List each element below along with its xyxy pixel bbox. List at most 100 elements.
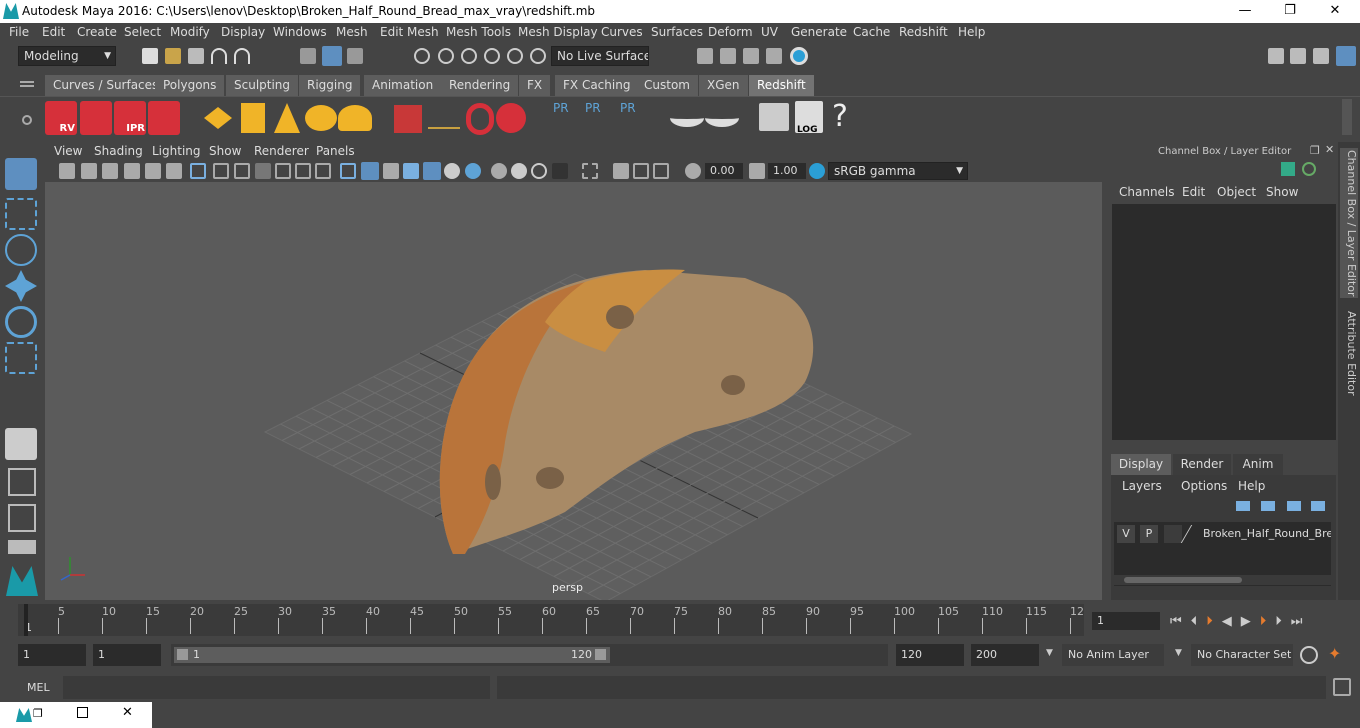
isolate-select-icon[interactable] [552,163,568,179]
layer-menu-options[interactable]: Options [1181,479,1227,493]
menu-generate[interactable]: Generate [791,25,847,39]
cb-menu-channels[interactable]: Channels [1119,185,1175,199]
tab-fx-caching[interactable]: FX Caching [555,75,640,96]
tab-custom[interactable]: Custom [636,75,699,96]
code-icon[interactable] [759,103,789,131]
layer-name[interactable]: Broken_Half_Round_Brea [1203,527,1331,540]
new-layer-selected-icon[interactable] [1311,501,1325,511]
close-button[interactable]: ✕ [1312,0,1358,23]
vp-menu-show[interactable]: Show [209,144,241,158]
hypershade-icon[interactable] [790,47,808,65]
image-plane-icon[interactable] [124,163,140,179]
viewport-persp[interactable]: persp [45,182,1102,600]
multisample-aa-icon[interactable] [511,163,527,179]
menu-mesh-tools[interactable]: Mesh Tools [446,25,511,39]
log-icon[interactable]: LOG [795,101,823,135]
move-tool-icon[interactable] [5,270,37,302]
bake-settings-icon[interactable] [705,109,739,127]
xray-icon[interactable] [582,163,598,179]
menu-mesh[interactable]: Mesh [336,25,368,39]
range-slider-handle[interactable]: 1 120 [174,647,610,663]
layer-tab-render[interactable]: Render [1173,454,1231,475]
workspace-icon[interactable] [1268,48,1284,64]
current-time-indicator[interactable] [24,604,28,636]
restore-icon[interactable]: ❐ [33,707,43,720]
close-panel-icon[interactable]: ✕ [1325,143,1334,156]
vp-menu-view[interactable]: View [54,144,82,158]
tab-rigging[interactable]: Rigging [299,75,362,96]
start-time-field[interactable]: 1 [18,644,86,666]
menu-redshift[interactable]: Redshift [899,25,948,39]
tab-polygons[interactable]: Polygons [155,75,226,96]
minimized-window[interactable]: ❐ ✕ [0,702,152,728]
play-forward-icon[interactable]: ▶ [1241,614,1260,629]
menu-display[interactable]: Display [221,25,265,39]
volume-icon[interactable] [466,103,494,135]
single-pane-icon[interactable] [5,428,37,460]
film-gate-icon[interactable] [213,163,229,179]
camera-select-icon[interactable] [59,163,75,179]
layer-display-type[interactable] [1164,525,1182,543]
wireframe-icon[interactable] [340,163,356,179]
two-d-pan-icon[interactable] [145,163,161,179]
layer-menu-help[interactable]: Help [1238,479,1265,493]
pr-swap-icon[interactable]: PR [620,101,648,135]
tab-curves-surfaces[interactable]: Curves / Surfaces [45,75,168,96]
bake-icon[interactable] [670,109,704,127]
redshift-render-icon[interactable] [80,101,112,135]
safe-action-icon[interactable] [295,163,311,179]
close-small-icon[interactable]: ✕ [122,705,133,720]
menu-help[interactable]: Help [958,25,985,39]
xray-components-icon[interactable] [633,163,649,179]
menu-windows[interactable]: Windows [273,25,327,39]
menu-uv[interactable]: UV [761,25,778,39]
redo-icon[interactable] [234,48,250,64]
shelf-scrollbar[interactable] [1342,99,1352,135]
save-scene-icon[interactable] [188,48,204,64]
menu-mesh-display[interactable]: Mesh Display [518,25,598,39]
open-scene-icon[interactable] [165,48,181,64]
go-to-end-icon[interactable]: ⏭ [1291,614,1312,629]
range-left-grip[interactable] [177,649,188,660]
command-input[interactable] [63,676,490,699]
gate-mask-icon[interactable] [255,163,271,179]
hair-icon[interactable] [428,113,460,129]
anim-layer-chevron-icon[interactable]: ▼ [1046,648,1053,658]
layer-scroll-thumb[interactable] [1124,577,1242,583]
light-portal-icon[interactable] [241,103,265,133]
vp-menu-lighting[interactable]: Lighting [152,144,201,158]
playback-start-field[interactable]: 1 [93,644,161,666]
smooth-shade-icon[interactable] [361,162,379,180]
bookmark-icon[interactable] [102,163,118,179]
four-pane-icon[interactable] [8,468,36,496]
cb-menu-object[interactable]: Object [1217,185,1256,199]
step-forward-key-icon[interactable]: ⏵ [1260,614,1276,629]
shelf-menu-icon[interactable] [20,81,34,83]
tab-redshift[interactable]: Redshift [749,75,815,96]
redshift-settings-icon[interactable] [148,101,180,135]
camera-attributes-icon[interactable] [81,163,97,179]
tab-sculpting[interactable]: Sculpting [226,75,300,96]
layer-scrollbar[interactable] [1114,575,1331,585]
side-tab-channel-box[interactable]: Channel Box / Layer Editor [1340,148,1358,298]
help-icon[interactable]: ? [832,99,848,134]
anim-layer-field[interactable]: No Anim Layer [1062,644,1164,666]
menu-edit-mesh[interactable]: Edit Mesh [380,25,439,39]
sun-sky-icon[interactable] [338,105,372,131]
snap-curve-icon[interactable] [438,48,454,64]
paint-select-tool-icon[interactable] [5,234,37,266]
current-frame-field[interactable]: 1 [1092,612,1160,630]
render-frame-icon[interactable] [720,48,736,64]
menu-deform[interactable]: Deform [708,25,753,39]
shadows-icon[interactable] [444,163,460,179]
channel-box-toggle-icon[interactable] [1336,46,1356,66]
channel-box-list[interactable] [1112,204,1336,440]
time-slider[interactable]: 1 5 10 15 20 25 30 35 40 45 50 55 60 65 70 75 80 85 90 95 1… [0,602,1360,638]
light-dome-icon[interactable] [305,105,337,131]
tab-fx[interactable]: FX [519,75,552,96]
lasso-tool-icon[interactable] [5,198,37,230]
new-layer-icon[interactable] [1287,501,1301,511]
maximize-small-icon[interactable] [77,707,88,718]
cb-menu-show[interactable]: Show [1266,185,1298,199]
vp-menu-panels[interactable]: Panels [316,144,355,158]
